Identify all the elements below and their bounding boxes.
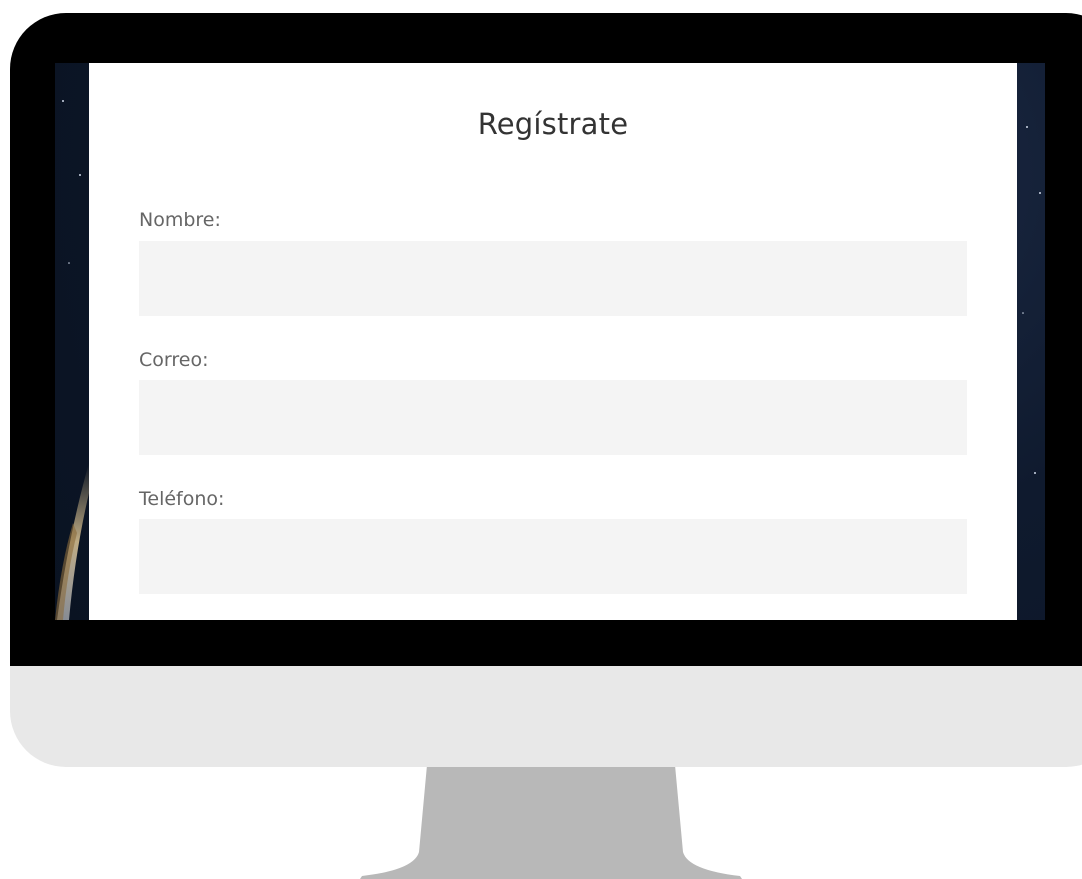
- email-input[interactable]: [139, 380, 967, 455]
- registration-form: Regístrate Nombre: Correo: Teléfono:: [89, 63, 1017, 620]
- monitor-frame: Regístrate Nombre: Correo: Teléfono:: [10, 13, 1082, 767]
- name-label: Nombre:: [139, 209, 221, 231]
- phone-input[interactable]: [139, 519, 967, 594]
- email-label: Correo:: [139, 349, 209, 371]
- monitor-mockup: Regístrate Nombre: Correo: Teléfono:: [0, 0, 1082, 879]
- phone-label: Teléfono:: [139, 488, 225, 510]
- name-input[interactable]: [139, 241, 967, 316]
- monitor-screen: Regístrate Nombre: Correo: Teléfono:: [55, 63, 1045, 620]
- form-title: Regístrate: [477, 107, 629, 141]
